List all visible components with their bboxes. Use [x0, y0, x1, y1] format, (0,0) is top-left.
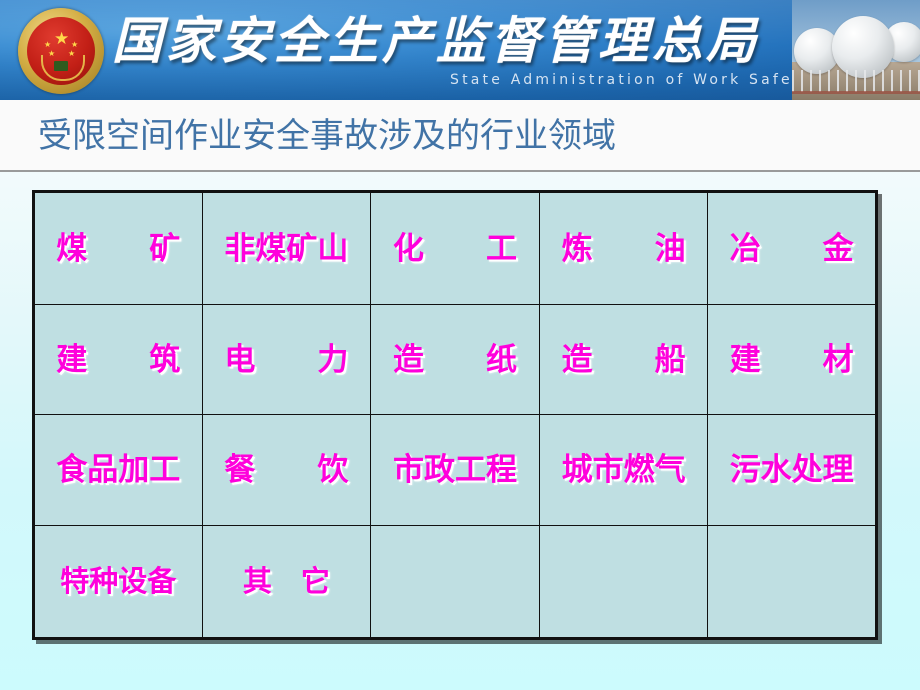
table-cell[interactable]: 非煤矿山 — [201, 189, 372, 306]
table-cell-label: 城市燃气 — [561, 452, 686, 489]
table-cell[interactable]: 炼 油 — [538, 189, 709, 306]
table-row: 特种设备 其 它 — [32, 524, 878, 641]
page-title: 受限空间作业安全事故涉及的行业领域 — [38, 116, 616, 156]
table-cell[interactable]: 污水处理 — [707, 414, 878, 526]
table-cell-empty[interactable] — [370, 524, 540, 641]
table-cell-label: 特种设备 — [60, 564, 177, 599]
table-cell[interactable]: 市政工程 — [370, 414, 540, 526]
emblem-inner-disc: ★ ★ ★ ★ ★ — [27, 17, 95, 85]
table-cell-label: 化 工 — [392, 230, 517, 267]
table-cell-label: 食品加工 — [56, 452, 181, 489]
table-cell-label: 冶 金 — [729, 230, 854, 267]
table-cell-label: 造 船 — [561, 341, 686, 378]
table-cell[interactable]: 电 力 — [201, 304, 372, 416]
photo-support-legs — [792, 70, 920, 92]
table-cell[interactable]: 其 它 — [201, 524, 372, 641]
emblem-big-star-icon: ★ — [54, 29, 70, 49]
table-cell[interactable]: 餐 饮 — [201, 414, 372, 526]
table-cell[interactable]: 造 纸 — [370, 304, 540, 416]
gas-sphere-icon — [832, 16, 894, 78]
table-cell[interactable]: 建 筑 — [32, 304, 203, 416]
table-cell-label: 非煤矿山 — [224, 230, 349, 267]
table-cell[interactable]: 煤 矿 — [32, 189, 203, 306]
table-row: 煤 矿 非煤矿山 化 工 炼 油 冶 金 — [32, 189, 878, 306]
table-cell-label: 市政工程 — [392, 452, 517, 489]
agency-name-english: State Administration of Work Safety — [450, 72, 814, 88]
table-cell-label: 电 力 — [224, 341, 349, 378]
agency-name-chinese: 国家安全生产监督管理总局 — [112, 11, 760, 70]
spherical-gas-tanks-photo — [792, 0, 920, 100]
table-cell-label: 污水处理 — [729, 452, 854, 489]
header-banner: ★ ★ ★ ★ ★ 国家安全生产监督管理总局 State Administrat… — [0, 0, 920, 100]
industry-table-container: 煤 矿 非煤矿山 化 工 炼 油 冶 金 建 筑 电 力 造 纸 造 船 建 材… — [32, 189, 878, 641]
table-cell[interactable]: 特种设备 — [32, 524, 203, 641]
china-national-emblem-icon: ★ ★ ★ ★ ★ — [18, 8, 104, 94]
table-cell-label: 建 筑 — [56, 341, 181, 378]
table-cell[interactable]: 建 材 — [707, 304, 878, 416]
emblem-gate-icon — [54, 61, 68, 71]
table-cell-label: 建 材 — [729, 341, 854, 378]
table-cell-empty[interactable] — [538, 524, 709, 641]
table-cell[interactable]: 城市燃气 — [538, 414, 709, 526]
table-cell[interactable]: 造 船 — [538, 304, 709, 416]
table-row: 食品加工 餐 饮 市政工程 城市燃气 污水处理 — [32, 414, 878, 526]
table-cell-empty[interactable] — [707, 524, 878, 641]
table-cell-label: 其 它 — [242, 564, 330, 599]
emblem-small-star-icon: ★ — [44, 40, 52, 49]
title-divider — [0, 170, 920, 172]
table-cell-label: 煤 矿 — [56, 230, 181, 267]
table-cell[interactable]: 化 工 — [370, 189, 540, 306]
table-cell[interactable]: 冶 金 — [707, 189, 878, 306]
table-row: 建 筑 电 力 造 纸 造 船 建 材 — [32, 304, 878, 416]
table-cell-label: 餐 饮 — [224, 452, 349, 489]
emblem-small-star-icon: ★ — [71, 40, 79, 49]
table-cell-label: 炼 油 — [561, 230, 686, 267]
industry-sectors-table: 煤 矿 非煤矿山 化 工 炼 油 冶 金 建 筑 电 力 造 纸 造 船 建 材… — [32, 189, 878, 641]
photo-ground-line — [792, 91, 920, 94]
table-cell-label: 造 纸 — [392, 341, 517, 378]
table-cell[interactable]: 食品加工 — [32, 414, 203, 526]
